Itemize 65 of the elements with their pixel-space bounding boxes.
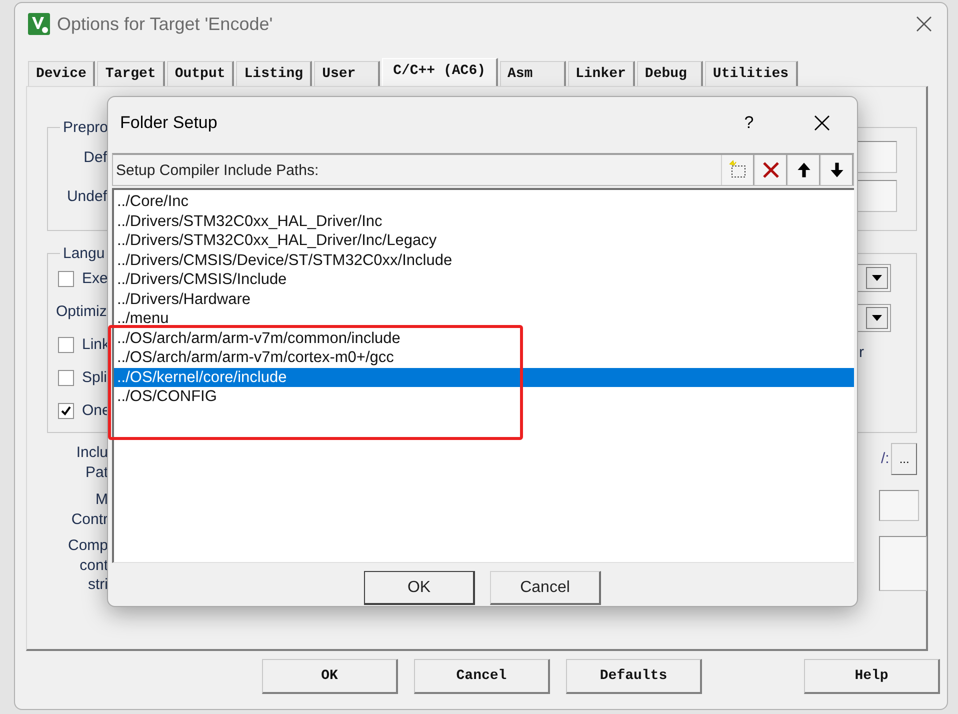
list-item[interactable]: ../Drivers/CMSIS/Device/ST/STM32C0xx/Include	[114, 250, 854, 270]
new-item-icon	[728, 160, 748, 180]
field-label: M	[96, 490, 108, 510]
field-label: cont	[80, 556, 108, 575]
field-label: Def	[82, 148, 107, 166]
list-item[interactable]: ../OS/kernel/core/include	[114, 368, 854, 387]
checkbox[interactable]	[58, 402, 74, 418]
delete-button[interactable]	[754, 155, 787, 185]
new-button[interactable]	[721, 155, 754, 185]
caret-icon	[872, 275, 882, 281]
close-icon	[916, 16, 932, 32]
close-icon	[814, 115, 830, 131]
tab[interactable]: Debug	[636, 61, 703, 86]
checkbox-label: Spli	[82, 369, 108, 386]
list-item[interactable]: ../OS/CONFIG	[114, 387, 854, 406]
delete-icon	[760, 160, 780, 180]
field-label: Undef	[66, 188, 107, 204]
list-item[interactable]: ../Drivers/STM32C0xx_HAL_Driver/Inc	[114, 212, 854, 231]
help-button[interactable]: ?	[729, 108, 769, 138]
list-item[interactable]: ../Drivers/STM32C0xx_HAL_Driver/Inc/Legacy	[114, 231, 854, 250]
window-title: Options for Target 'Encode'	[57, 14, 273, 34]
tab[interactable]: Target	[97, 61, 165, 86]
list-item[interactable]: ../Drivers/Hardware	[114, 290, 854, 309]
tab[interactable]: C/C++ (AC6)	[382, 58, 498, 86]
list-title: Setup Compiler Include Paths:	[115, 162, 319, 178]
checkbox-label: Exe	[82, 270, 108, 287]
list-item[interactable]: ../OS/arch/arm/arm-v7m/common/include	[114, 328, 854, 348]
group-label: Prepro	[62, 119, 110, 136]
tab[interactable]: Device	[28, 61, 96, 86]
checkbox[interactable]	[58, 336, 74, 352]
checkbox[interactable]	[58, 370, 74, 386]
field-label: Contr	[71, 510, 108, 529]
tab[interactable]: Linker	[568, 61, 635, 86]
list-item[interactable]: ../OS/arch/arm/arm-v7m/cortex-m0+/gcc	[114, 348, 854, 368]
dialog-button[interactable]: OK	[364, 571, 475, 605]
tab[interactable]: Utilities	[704, 61, 798, 86]
tab[interactable]: Asm	[500, 61, 566, 86]
move-down-button[interactable]	[820, 155, 853, 185]
path-text: /:	[880, 450, 890, 467]
group-label: Langu	[62, 245, 106, 262]
list-item[interactable]: ../Core/Inc	[114, 192, 854, 212]
move-up-button[interactable]	[787, 155, 820, 185]
option-label: r	[858, 344, 865, 361]
field-label: Comp	[68, 536, 108, 556]
app-logo-icon	[28, 13, 50, 35]
field-label: Inclu	[76, 443, 108, 462]
caret-icon	[872, 315, 882, 321]
list-item[interactable]: ../Drivers/CMSIS/Include	[114, 270, 854, 290]
tab[interactable]: User	[314, 61, 380, 86]
option-label: Optimiz	[56, 303, 107, 320]
tab[interactable]: Output	[166, 61, 234, 86]
dialog-button[interactable]: Cancel	[490, 571, 601, 605]
text-area[interactable]	[879, 536, 927, 591]
field-label: Pat	[85, 462, 108, 482]
checkbox[interactable]	[58, 270, 74, 286]
dialog-button[interactable]: Help	[804, 659, 940, 694]
input-field[interactable]	[879, 490, 919, 521]
dialog-title: Folder Setup	[120, 113, 218, 133]
dialog-button[interactable]: Defaults	[566, 659, 702, 694]
tab[interactable]: Listing	[236, 61, 312, 86]
field-label: stri	[88, 575, 108, 594]
dialog-button[interactable]: Cancel	[414, 659, 550, 694]
list-item[interactable]: ../menu	[114, 309, 854, 328]
dialog-button[interactable]: OK	[262, 659, 398, 694]
browse-button[interactable]: ...	[891, 443, 918, 475]
